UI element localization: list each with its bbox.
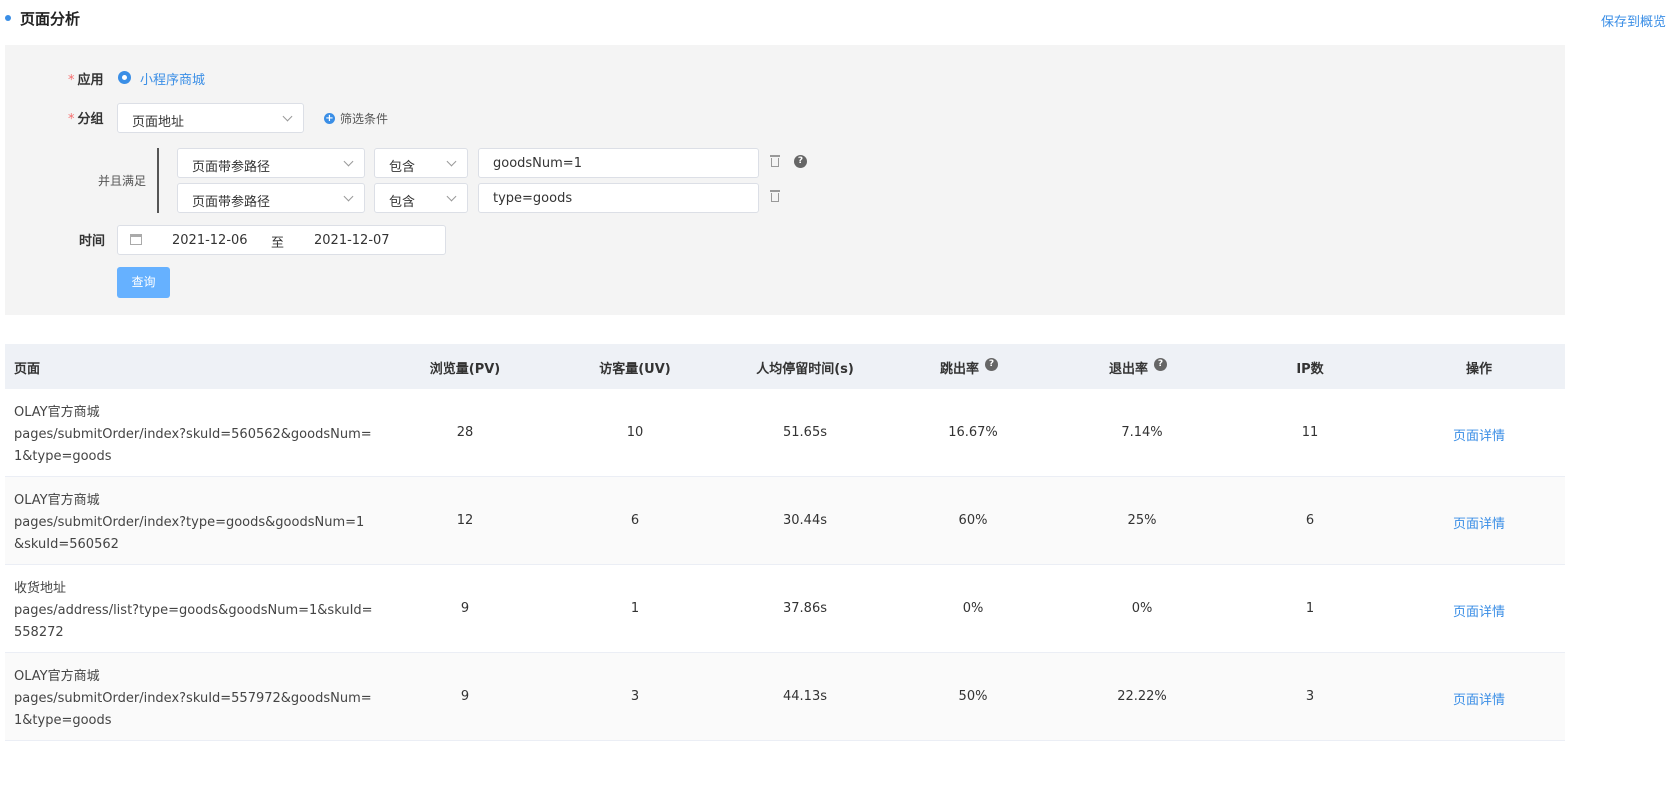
page-cell: OLAY官方商城 pages/submitOrder/index?type=goo… [14,493,365,552]
uv-cell: 3 [630,689,640,704]
column-header-exit: 退出率? [1109,358,1168,377]
query-button[interactable]: 查询 [117,267,170,298]
condition-value-input[interactable]: type=goods [478,183,759,213]
help-icon[interactable]: ? [794,155,807,168]
plus-circle-icon: + [324,113,335,124]
column-header-pv: 浏览量(PV) [429,362,501,377]
page-cell: 收货地址 pages/address/list?type=goods&goodsN… [14,581,373,640]
date-range-picker[interactable]: 2021-12-06 至 2021-12-07 [117,225,446,255]
chevron-down-icon [343,191,354,202]
date-start[interactable]: 2021-12-06 [172,233,248,248]
chevron-down-icon [282,111,293,122]
chevron-down-icon [343,156,354,167]
ip-cell: 3 [1305,689,1315,704]
calendar-icon [130,234,142,245]
bounce-rate-cell: 16.67% [948,425,998,440]
pv-cell: 28 [456,425,474,440]
exit-rate-cell: 0% [1131,601,1153,616]
bounce-rate-cell: 50% [958,689,988,704]
condition-operator-select[interactable]: 包含 [374,148,468,178]
chevron-down-icon [446,156,457,167]
ip-cell: 11 [1301,425,1319,440]
column-header-action: 操作 [1465,362,1492,377]
page-detail-link[interactable]: 页面详情 [1419,689,1539,708]
filter-panel [5,45,1565,315]
save-to-overview-link[interactable]: 保存到概览 [1601,11,1666,30]
exit-rate-cell: 25% [1127,513,1157,528]
exit-rate-cell: 7.14% [1121,425,1163,440]
uv-cell: 1 [630,601,640,616]
avg-time-cell: 30.44s [783,513,827,528]
date-separator: 至 [271,236,285,251]
column-header-ip: IP数 [1296,362,1324,377]
page-detail-link[interactable]: 页面详情 [1419,601,1539,620]
group-label: * 分组 [68,112,104,127]
condition-field-select[interactable]: 页面带参路径 [177,183,365,213]
ip-cell: 1 [1305,601,1315,616]
column-header-avg-time: 人均停留时间(s) [756,362,854,377]
page-analysis-table: 页面 浏览量(PV) 访客量(UV) 人均停留时间(s) 跳出率? 退出率? I… [5,344,1565,741]
table-row: 收货地址 pages/address/list?type=goods&goodsN… [5,565,1565,653]
help-icon[interactable]: ? [985,358,999,371]
and-condition-label: 并且满足 [98,174,147,188]
ip-cell: 6 [1305,513,1315,528]
avg-time-cell: 37.86s [783,601,827,616]
avg-time-cell: 51.65s [783,425,827,440]
help-icon[interactable]: ? [1154,358,1168,371]
chevron-down-icon [446,191,457,202]
group-select[interactable]: 页面地址 [117,103,304,133]
page-detail-link[interactable]: 页面详情 [1419,513,1539,532]
table-row: OLAY官方商城 pages/submitOrder/index?skuId=55… [5,653,1565,741]
bounce-rate-cell: 0% [962,601,984,616]
pv-cell: 9 [460,601,470,616]
condition-value-input[interactable]: goodsNum=1 [478,148,759,178]
time-label: 时间 [79,234,106,249]
page-header: 页面分析 保存到概览 [0,0,1671,40]
table-row: OLAY官方商城 pages/submitOrder/index?type=goo… [5,477,1565,565]
column-header-page: 页面 [14,362,41,377]
page-detail-link[interactable]: 页面详情 [1419,425,1539,444]
column-header-uv: 访客量(UV) [599,362,671,377]
app-radio-label[interactable]: 小程序商城 [140,69,205,88]
condition-operator-select[interactable]: 包含 [374,183,468,213]
column-header-bounce: 跳出率? [940,358,999,377]
condition-bracket [157,148,159,213]
page-cell: OLAY官方商城 pages/submitOrder/index?skuId=56… [14,405,372,464]
app-label: * 应用 [68,73,104,88]
uv-cell: 6 [630,513,640,528]
page-title: 页面分析 [20,10,81,28]
uv-cell: 10 [626,425,644,440]
app-radio[interactable] [118,71,131,84]
avg-time-cell: 44.13s [783,689,827,704]
trash-icon[interactable] [770,190,780,202]
pv-cell: 9 [460,689,470,704]
bounce-rate-cell: 60% [958,513,988,528]
condition-field-select[interactable]: 页面带参路径 [177,148,365,178]
exit-rate-cell: 22.22% [1117,689,1167,704]
table-row: OLAY官方商城 pages/submitOrder/index?skuId=56… [5,389,1565,477]
title-dot-icon [5,15,11,21]
trash-icon[interactable] [770,155,780,167]
add-filter-button[interactable]: + 筛选条件 [324,110,388,127]
pv-cell: 12 [456,513,474,528]
page-cell: OLAY官方商城 pages/submitOrder/index?skuId=55… [14,669,372,728]
table-header: 页面 浏览量(PV) 访客量(UV) 人均停留时间(s) 跳出率? 退出率? I… [5,344,1565,389]
date-end[interactable]: 2021-12-07 [314,233,390,248]
